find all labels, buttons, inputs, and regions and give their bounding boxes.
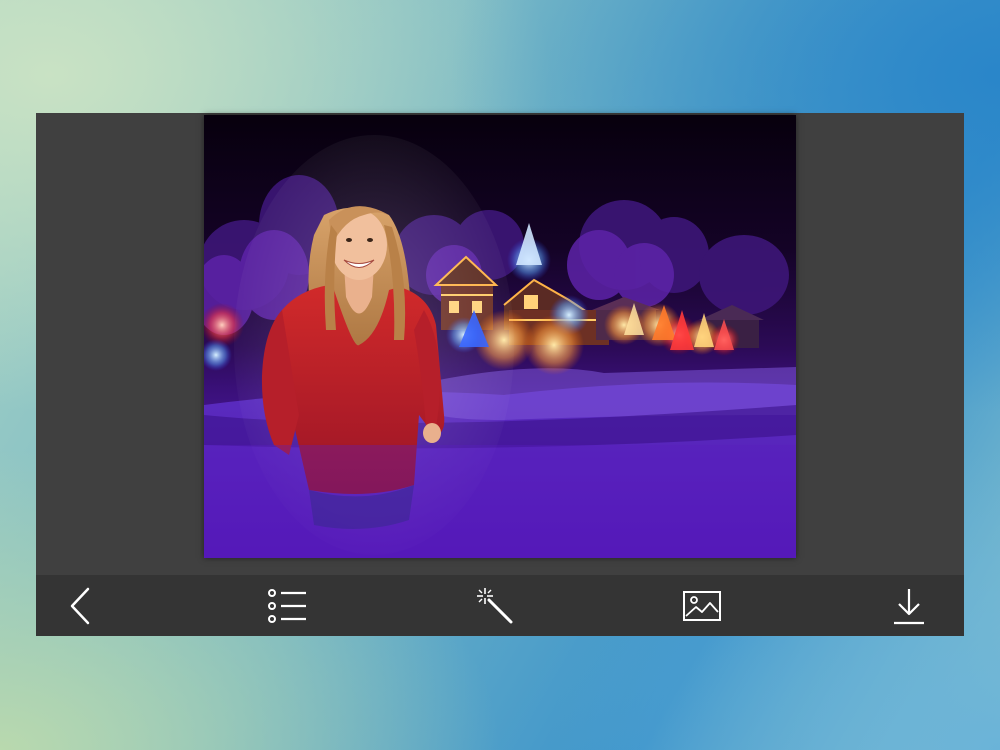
editor-frame bbox=[36, 113, 964, 636]
canvas-area bbox=[36, 113, 964, 575]
list-icon bbox=[268, 588, 306, 623]
back-button[interactable] bbox=[54, 579, 108, 633]
edited-photo[interactable] bbox=[204, 115, 796, 558]
photo-scene bbox=[204, 135, 796, 558]
effects-button[interactable] bbox=[468, 579, 522, 633]
magic-wand-icon bbox=[477, 587, 513, 623]
bottom-toolbar bbox=[36, 575, 964, 636]
download-icon bbox=[894, 588, 924, 624]
gallery-button[interactable] bbox=[675, 579, 729, 633]
chevron-left-icon bbox=[70, 587, 90, 624]
image-icon bbox=[683, 590, 721, 621]
frames-list-button[interactable] bbox=[261, 579, 315, 633]
save-button[interactable] bbox=[882, 579, 936, 633]
